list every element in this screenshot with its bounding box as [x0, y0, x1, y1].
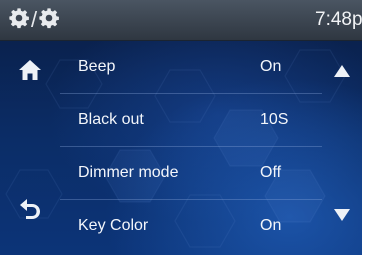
back-button[interactable]	[12, 193, 48, 223]
scroll-down-button[interactable]	[328, 203, 356, 227]
setting-value: 10S	[260, 111, 289, 128]
clock: 7:48pm	[315, 9, 362, 30]
gear-icon	[38, 7, 60, 34]
up-arrow-icon	[334, 65, 350, 77]
scroll-up-button[interactable]	[328, 59, 356, 83]
setting-row-black-out[interactable]: Black out 10S	[60, 94, 322, 147]
setting-label: Beep	[78, 58, 116, 75]
down-arrow-icon	[334, 209, 350, 221]
setting-value: On	[260, 58, 282, 75]
setting-row-dimmer-mode[interactable]: Dimmer mode Off	[60, 147, 322, 200]
setting-value: On	[260, 217, 282, 234]
home-icon	[19, 60, 41, 80]
title-separator: /	[31, 7, 38, 32]
left-nav	[0, 41, 60, 255]
gear-icon	[8, 7, 30, 34]
setting-value: Off	[260, 164, 282, 181]
setting-row-key-color[interactable]: Key Color On	[60, 200, 322, 252]
setting-row-beep[interactable]: Beep On	[60, 41, 322, 94]
home-button[interactable]	[12, 55, 48, 85]
back-arrow-icon	[20, 199, 40, 219]
setting-label: Dimmer mode	[78, 164, 179, 181]
top-bar: / 7:48pm	[0, 0, 362, 41]
settings-title: /	[8, 8, 60, 32]
setting-label: Key Color	[78, 217, 149, 234]
setting-label: Black out	[78, 111, 144, 128]
settings-list: Beep On Black out 10S Dimmer mode Off Ke…	[60, 41, 322, 255]
settings-screen: / 7:48pm Beep	[0, 0, 362, 255]
right-nav	[322, 41, 362, 255]
